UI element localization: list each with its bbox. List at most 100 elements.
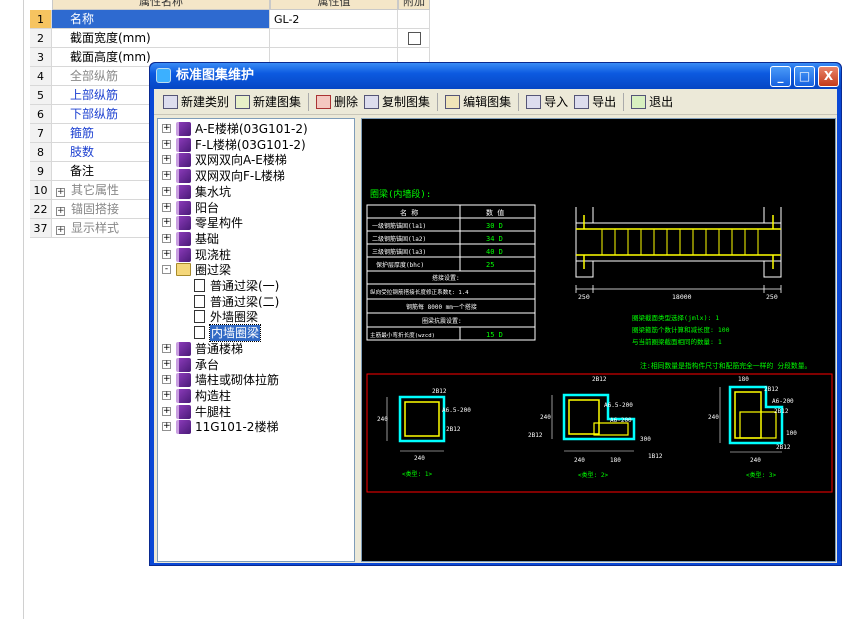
sec3-caption: <类型: 3> — [746, 471, 776, 479]
row-number: 10 — [30, 181, 52, 200]
new-category-button[interactable]: 新建类别 — [160, 91, 232, 113]
exit-button[interactable]: 退出 — [628, 91, 676, 113]
collapse-icon[interactable]: - — [162, 265, 171, 275]
property-value[interactable]: GL-2 — [270, 10, 398, 29]
book-icon — [176, 388, 191, 403]
expand-icon[interactable]: + — [162, 124, 171, 133]
dialog-title: 标准图集维护 — [176, 68, 255, 83]
expand-icon[interactable]: + — [162, 202, 171, 212]
document-icon — [194, 294, 205, 308]
expand-icon[interactable]: + — [162, 218, 171, 228]
note-same-count: 与当前圈梁截面相同的数量: 1 — [632, 337, 722, 346]
edit-atlas-button[interactable]: 编辑图集 — [442, 91, 514, 113]
book-icon — [176, 247, 191, 262]
close-button[interactable]: X — [818, 66, 839, 87]
header-value: 属性值 — [270, 0, 398, 10]
property-name[interactable]: 截面宽度(mm) — [52, 29, 270, 48]
drawing-preview: 圈梁(内墙段): 名 称 数 值 一级钢筋锚固(la1) 30 D 二级钢筋锚固… — [361, 118, 836, 562]
sec1-caption: <类型: 1> — [402, 470, 432, 478]
expand-icon[interactable]: + — [162, 375, 171, 385]
book-icon — [176, 169, 191, 184]
splice-row: 纵向受拉钢筋搭接长度修正系数ξ: 1.4 — [370, 288, 469, 296]
maximize-button[interactable]: □ — [794, 66, 815, 87]
book-icon — [176, 373, 191, 388]
expand-icon[interactable]: + — [162, 249, 171, 259]
tree-label: 现浇桩 — [195, 247, 232, 262]
sec3-width: 240 — [750, 457, 761, 464]
add-checkbox[interactable] — [408, 32, 421, 45]
app-icon — [156, 68, 171, 83]
property-value[interactable] — [270, 29, 398, 48]
table-row-name: 一级钢筋锚固(la1) — [372, 222, 426, 230]
book-icon — [176, 216, 191, 231]
expand-icon[interactable]: + — [56, 188, 65, 197]
property-add[interactable] — [398, 10, 430, 29]
expand-icon[interactable]: + — [162, 186, 171, 196]
import-button[interactable]: 导入 — [523, 91, 571, 113]
sec3-height: 240 — [708, 414, 719, 421]
property-name-text: 显示样式 — [71, 221, 120, 235]
expand-icon[interactable]: + — [162, 422, 171, 432]
dim-right: 250 — [766, 293, 778, 301]
grid-row[interactable]: 1 名称 GL-2 — [30, 10, 430, 29]
edit-atlas-label: 编辑图集 — [463, 95, 512, 109]
table-row-value: 34 D — [486, 235, 503, 243]
splice-title: 搭接设置: — [432, 274, 460, 282]
expand-icon[interactable]: + — [56, 226, 65, 235]
expand-icon[interactable]: + — [162, 343, 171, 353]
dialog-titlebar[interactable]: 标准图集维护 — [150, 63, 841, 89]
book-icon — [176, 404, 191, 419]
row-number: 1 — [30, 10, 52, 29]
section-type-2: 2B12 A6.5-200 A6-200 2B12 240 300 1B12 2… — [528, 376, 663, 479]
expand-icon[interactable]: + — [162, 139, 171, 149]
note-stirrup-count: 圈梁箍筋个数计算和减长度: 100 — [632, 325, 730, 334]
atlas-tree[interactable]: + A-E楼梯(03G101-2) + F-L楼梯(03G101-2) + 双网双向A-E… — [157, 118, 355, 562]
minimize-button[interactable]: _ — [770, 66, 791, 87]
toolbar-separator — [437, 92, 439, 111]
sec3-mid-bar: 2B12 — [774, 408, 789, 415]
tree-label: 墙柱或砌体拉筋 — [195, 373, 280, 388]
property-name-text: 截面宽度(mm) — [70, 31, 151, 45]
drawing-svg: 圈梁(内墙段): 名 称 数 值 一级钢筋锚固(la1) 30 D 二级钢筋锚固… — [366, 188, 833, 493]
note-section-type: 圈梁截面类型选择(jmlx): 1 — [632, 313, 719, 322]
section-type-3: 180 2B12 A6-200 2B12 100 240 2B12 240 <类… — [708, 376, 797, 479]
expand-icon[interactable]: + — [162, 359, 171, 369]
delete-label: 删除 — [334, 95, 359, 109]
import-label: 导入 — [544, 95, 569, 109]
table-head-name: 名 称 — [400, 208, 418, 217]
property-name[interactable]: 名称 — [52, 10, 270, 29]
tree-label: 零星构件 — [195, 216, 244, 231]
export-button[interactable]: 导出 — [571, 91, 619, 113]
delete-button[interactable]: 删除 — [313, 91, 361, 113]
document-icon — [194, 279, 205, 292]
tree-label: 阳台 — [195, 200, 220, 215]
expand-icon[interactable]: + — [162, 171, 171, 181]
expand-icon[interactable]: + — [162, 406, 171, 416]
row-number: 4 — [30, 67, 52, 86]
new-atlas-button[interactable]: 新建图集 — [232, 91, 304, 113]
row-number: 37 — [30, 219, 52, 238]
dim-mid: 18000 — [672, 293, 692, 301]
expand-icon[interactable]: + — [162, 233, 171, 243]
sec2-stirrup-spec: A6.5-200 — [604, 402, 633, 409]
beam-stirrups — [601, 229, 759, 255]
bar-length: 钢筋每 8000 mm一个搭接 — [406, 303, 477, 311]
grid-row[interactable]: 2 截面宽度(mm) — [30, 29, 430, 48]
sec1-height: 240 — [377, 416, 388, 423]
export-icon — [574, 94, 590, 109]
expand-icon[interactable]: + — [162, 155, 171, 165]
book-icon — [176, 357, 191, 372]
copy-atlas-button[interactable]: 复制图集 — [361, 91, 433, 113]
row-number: 22 — [30, 200, 52, 219]
expand-icon[interactable]: + — [56, 207, 65, 216]
table-row-name: 三级钢筋锚固(la3) — [372, 248, 426, 256]
property-name-text: 肢数 — [70, 145, 95, 159]
expand-icon[interactable]: + — [162, 390, 171, 400]
row-number: 3 — [30, 48, 52, 67]
property-name-text: 上部纵筋 — [70, 88, 119, 102]
tree-label: 构造柱 — [195, 388, 232, 403]
sec3-top-width: 180 — [738, 376, 749, 383]
tree-label: 集水坑 — [195, 184, 232, 199]
document-icon — [194, 310, 205, 324]
beam-dimensions — [575, 285, 782, 293]
